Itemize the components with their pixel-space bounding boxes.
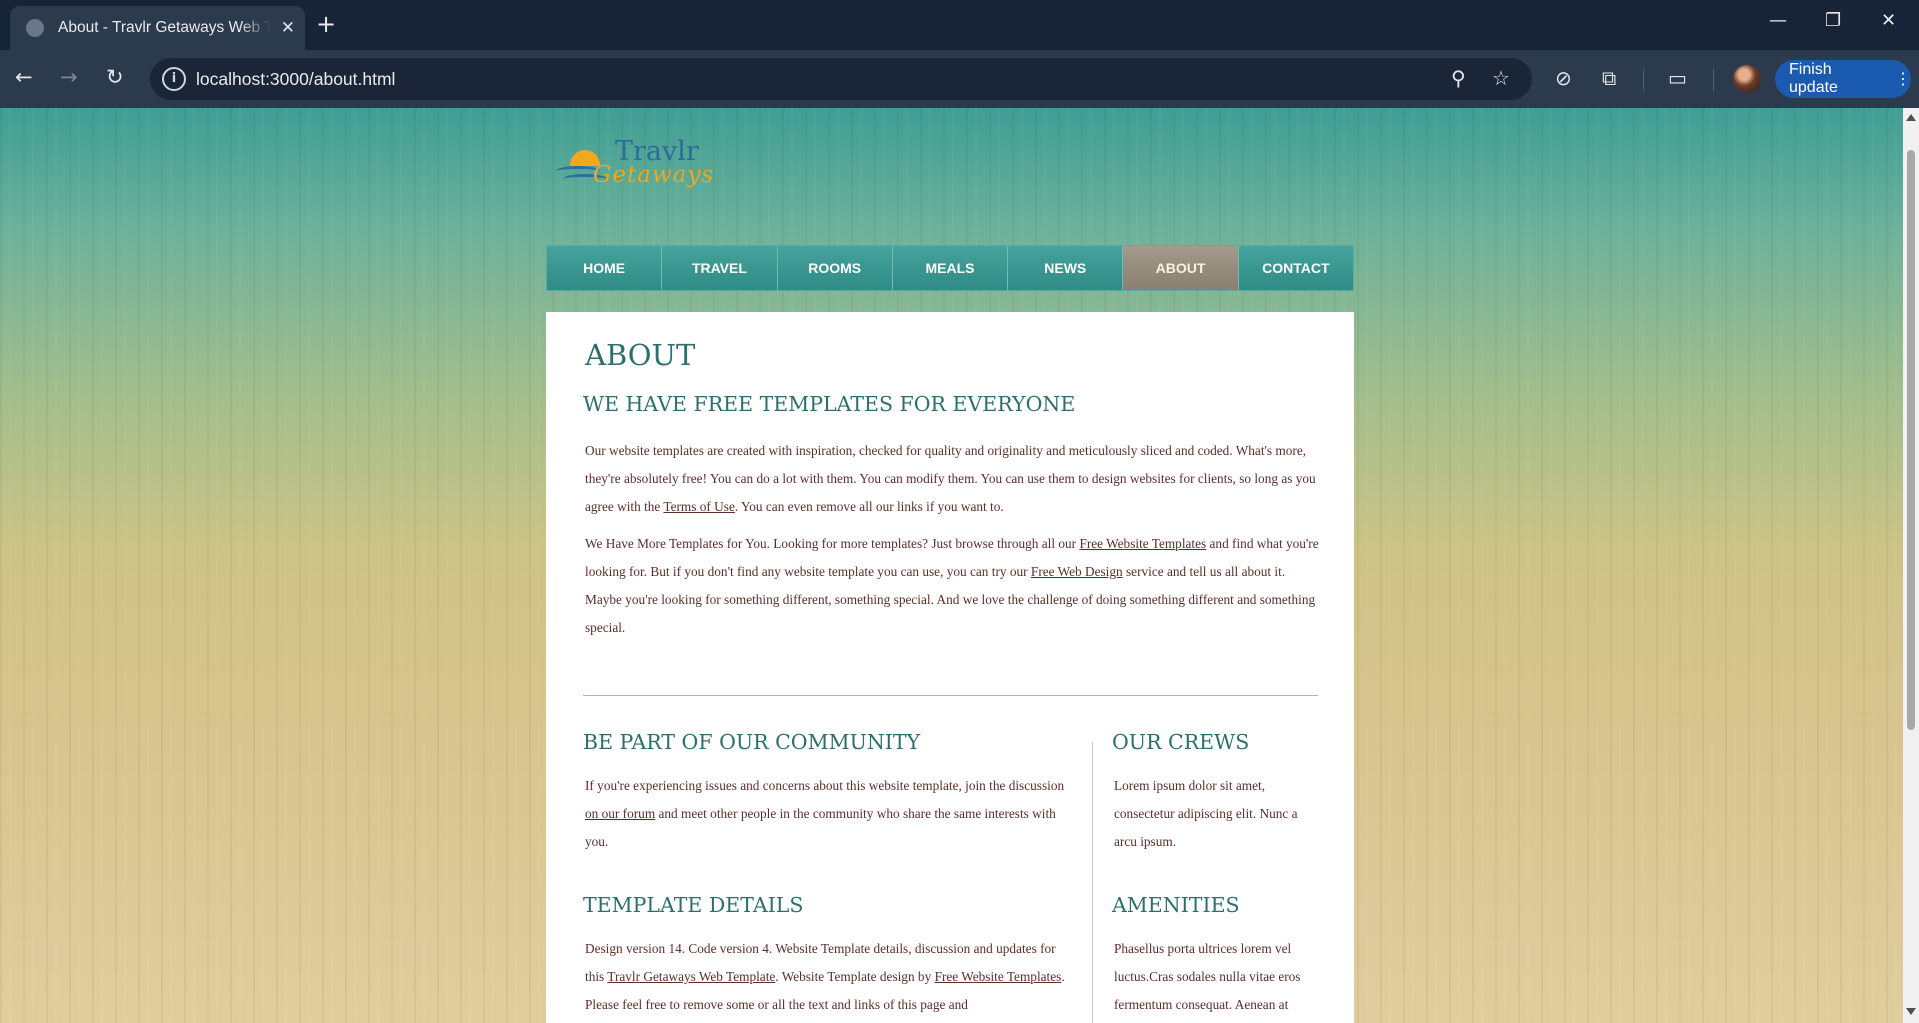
logo-word-getaways: Getaways	[593, 162, 715, 188]
intro-p2-text: We Have More Templates for You. Looking …	[585, 536, 1080, 551]
page-scrollbar[interactable]	[1903, 108, 1919, 1023]
url-text[interactable]: localhost:3000/about.html	[196, 69, 395, 90]
browser-tab[interactable]: About - Travlr Getaways Web Template ✕	[10, 6, 305, 50]
nav-home[interactable]: Home	[547, 246, 663, 290]
intro-paragraph-2: We Have More Templates for You. Looking …	[585, 530, 1320, 642]
amenities-heading: Amenities	[1112, 893, 1240, 917]
column-divider	[1092, 742, 1093, 1023]
free-website-templates-link-2[interactable]: Free Website Templates	[935, 969, 1062, 984]
intro-p1-text-end: . You can even remove all our links if y…	[734, 499, 1004, 514]
terms-of-use-link[interactable]: Terms of Use	[663, 499, 734, 514]
nav-rooms[interactable]: Rooms	[777, 246, 893, 290]
scroll-thumb[interactable]	[1907, 150, 1915, 730]
community-text-end: and meet other people in the community w…	[585, 806, 1056, 849]
tab-title: About - Travlr Getaways Web Template	[58, 19, 271, 36]
profile-avatar[interactable]	[1733, 65, 1761, 93]
restore-icon[interactable]: ❐	[1825, 10, 1841, 31]
close-tab-icon[interactable]: ✕	[281, 18, 295, 38]
extensions-icon[interactable]: ⧉	[1602, 66, 1616, 90]
community-heading: Be Part of Our Community	[583, 730, 921, 754]
nav-contact[interactable]: Contact	[1238, 246, 1353, 290]
template-details-paragraph: Design version 14. Code version 4. Websi…	[585, 935, 1075, 1019]
cast-search-icon[interactable]: ▭	[1668, 66, 1687, 90]
toolbar-divider	[1713, 69, 1714, 91]
crews-heading: Our Crews	[1112, 730, 1250, 754]
forum-link[interactable]: on our forum	[585, 806, 655, 821]
amenities-paragraph: Phasellus porta ultrices lorem vel luctu…	[1114, 941, 1301, 1012]
intro-heading: We Have Free Templates for Everyone	[583, 392, 1076, 416]
section-divider	[583, 695, 1318, 696]
finish-update-label: Finish update	[1789, 61, 1838, 96]
more-menu-icon[interactable]: ⋮	[1895, 69, 1911, 89]
scroll-down-icon[interactable]	[1906, 1008, 1916, 1015]
new-tab-button[interactable]: +	[316, 10, 336, 38]
tab-strip: About - Travlr Getaways Web Template ✕ +…	[0, 0, 1919, 50]
main-navigation: Home Travel Rooms Meals News About Conta…	[546, 245, 1354, 291]
community-text: If you're experiencing issues and concer…	[585, 778, 1065, 793]
scroll-up-icon[interactable]	[1906, 114, 1916, 121]
content-panel: ABOUT We Have Free Templates for Everyon…	[546, 312, 1354, 1023]
toolbar-divider	[1643, 69, 1644, 91]
nav-meals[interactable]: Meals	[892, 246, 1009, 290]
page-title: ABOUT	[585, 338, 696, 372]
travlr-template-link[interactable]: Travlr Getaways Web Template	[607, 969, 775, 984]
bookmark-star-icon[interactable]: ☆	[1492, 66, 1510, 90]
back-icon[interactable]: ←	[15, 65, 33, 89]
zoom-icon[interactable]: ⚲	[1451, 66, 1466, 90]
globe-icon	[26, 19, 44, 37]
finish-update-button[interactable]: Finish update ⋮	[1775, 60, 1911, 98]
address-bar[interactable]: i localhost:3000/about.html ⚲ ☆	[150, 58, 1532, 100]
free-web-design-link[interactable]: Free Web Design	[1031, 564, 1123, 579]
nav-travel[interactable]: Travel	[662, 246, 778, 290]
page-viewport: Travlr Getaways Home Travel Rooms Meals …	[0, 108, 1903, 1023]
intro-paragraph-1: Our website templates are created with i…	[585, 437, 1320, 521]
nav-news[interactable]: News	[1008, 246, 1124, 290]
template-details-text-mid: . Website Template design by	[775, 969, 935, 984]
crews-paragraph: Lorem ipsum dolor sit amet, consectetur …	[1114, 778, 1298, 849]
nav-about[interactable]: About	[1123, 246, 1239, 290]
site-logo[interactable]: Travlr Getaways	[553, 136, 733, 194]
media-blocked-icon[interactable]: ⊘	[1555, 66, 1572, 90]
forward-icon[interactable]: →	[60, 65, 78, 89]
free-website-templates-link[interactable]: Free Website Templates	[1079, 536, 1206, 551]
reload-icon[interactable]: ↻	[106, 65, 124, 89]
community-paragraph: If you're experiencing issues and concer…	[585, 772, 1075, 856]
minimize-icon[interactable]: —	[1769, 10, 1787, 31]
site-info-icon[interactable]: i	[162, 67, 186, 91]
template-details-heading: Template Details	[583, 893, 804, 917]
close-window-icon[interactable]: ✕	[1881, 10, 1896, 31]
